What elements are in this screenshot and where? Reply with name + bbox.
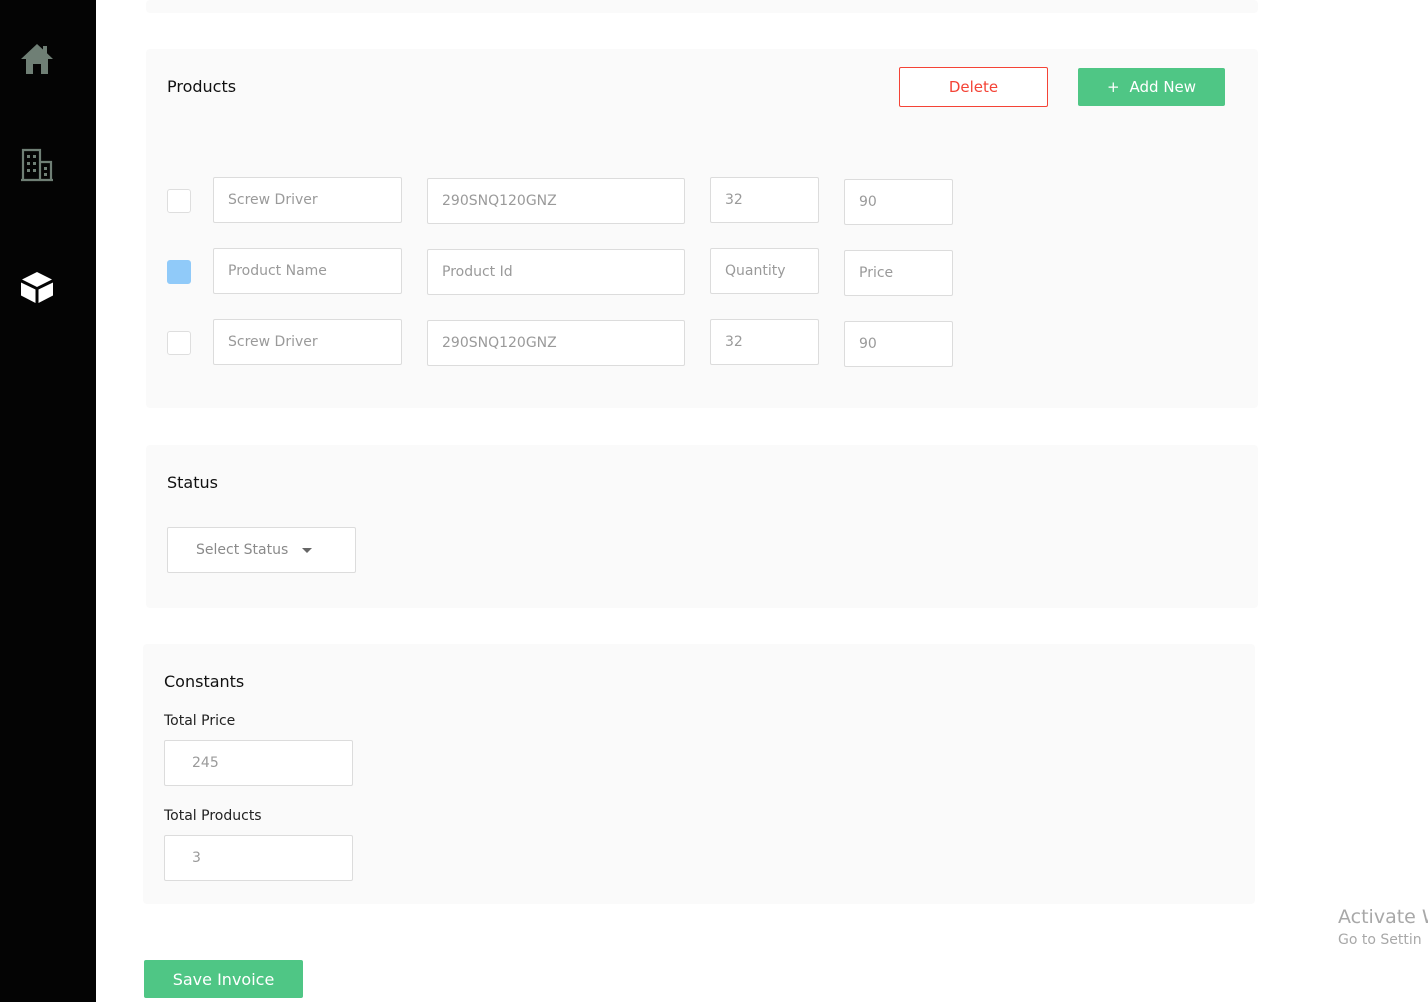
activate-watermark-subtitle: Go to Settin: [1338, 932, 1422, 948]
status-title: Status: [167, 473, 218, 492]
caret-down-icon: [302, 547, 313, 553]
cube-icon[interactable]: [20, 270, 54, 304]
status-select-value: Select Status: [196, 542, 289, 558]
save-invoice-button[interactable]: Save Invoice: [144, 960, 303, 998]
product-id-input[interactable]: 290SNQ120GNZ: [427, 178, 685, 224]
building-icon[interactable]: [20, 148, 54, 182]
price-input[interactable]: Price: [844, 250, 953, 296]
quantity-input[interactable]: Quantity: [710, 248, 819, 294]
delete-button-label: Delete: [948, 78, 999, 96]
quantity-input[interactable]: 32: [710, 319, 819, 365]
quantity-input[interactable]: 32: [710, 177, 819, 223]
product-name-input[interactable]: Product Name: [213, 248, 402, 294]
add-new-button-label: Add New: [1129, 78, 1197, 96]
constants-title: Constants: [164, 672, 245, 691]
total-price-input[interactable]: 245: [164, 740, 353, 786]
price-input[interactable]: 90: [844, 321, 953, 367]
row-checkbox[interactable]: [167, 189, 191, 213]
sidebar: [0, 0, 96, 1002]
total-products-input[interactable]: 3: [164, 835, 353, 881]
total-price-label: Total Price: [164, 713, 236, 729]
products-title: Products: [167, 77, 237, 96]
total-products-label: Total Products: [164, 808, 262, 824]
product-name-input[interactable]: Screw Driver: [213, 319, 402, 365]
add-new-button[interactable]: + Add New: [1078, 68, 1225, 106]
product-id-input[interactable]: Product Id: [427, 249, 685, 295]
row-checkbox-checked[interactable]: [167, 260, 191, 284]
delete-button[interactable]: Delete: [899, 67, 1048, 107]
previous-section-card: [146, 0, 1258, 13]
status-select[interactable]: Select Status: [167, 527, 356, 573]
price-input[interactable]: 90: [844, 179, 953, 225]
plus-icon: +: [1106, 78, 1120, 96]
activate-watermark-title: Activate W: [1338, 906, 1428, 928]
product-id-input[interactable]: 290SNQ120GNZ: [427, 320, 685, 366]
product-name-input[interactable]: Screw Driver: [213, 177, 402, 223]
row-checkbox[interactable]: [167, 331, 191, 355]
save-invoice-label: Save Invoice: [172, 969, 275, 989]
home-icon[interactable]: [20, 42, 54, 76]
